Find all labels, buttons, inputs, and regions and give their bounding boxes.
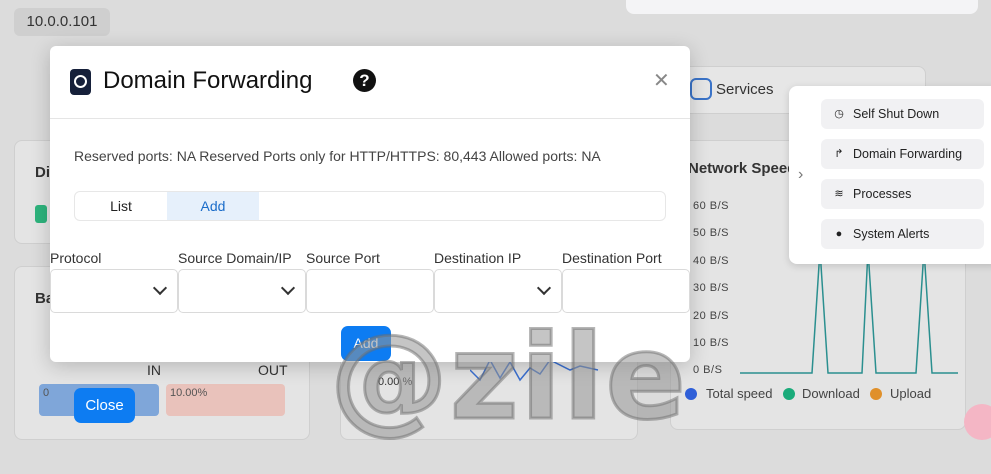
tab-list[interactable]: List — [75, 192, 167, 220]
menu-item-self-shut-down[interactable]: ◷ Self Shut Down — [821, 99, 984, 129]
y-tick: 40 B/S — [693, 255, 730, 267]
modal-title: Domain Forwarding — [103, 67, 313, 94]
source-port-input[interactable] — [306, 269, 434, 313]
source-domain-label: Source Domain/IP — [178, 250, 292, 266]
alert-circle-icon: ● — [835, 228, 843, 240]
destination-ip-select[interactable] — [434, 269, 562, 313]
y-tick: 30 B/S — [693, 282, 730, 294]
y-tick: 10 B/S — [693, 337, 730, 349]
network-speed-title: Network Speed — [688, 160, 797, 177]
legend-upload-dot — [870, 388, 882, 400]
share-arrow-icon: ↱ — [834, 148, 844, 160]
legend-total: Total speed — [706, 386, 773, 401]
modal-divider — [50, 118, 690, 119]
menu-item-label: Self Shut Down — [853, 107, 940, 121]
tab-bar: List Add — [74, 191, 666, 221]
services-icon — [690, 78, 712, 100]
ports-info: Reserved ports: NA Reserved Ports only f… — [74, 148, 601, 164]
disk-card-title: Di — [35, 164, 50, 181]
services-tab[interactable]: Services — [716, 81, 774, 98]
destination-port-input[interactable] — [562, 269, 690, 313]
help-icon[interactable]: ? — [353, 69, 376, 92]
destination-port-label: Destination Port — [562, 250, 662, 266]
close-button[interactable]: Close — [74, 388, 135, 423]
menu-item-label: System Alerts — [853, 227, 930, 241]
source-domain-select[interactable] — [178, 269, 306, 313]
legend-download: Download — [802, 386, 860, 401]
server-ip-chip: 10.0.0.101 — [14, 8, 110, 36]
watermark: @zile — [329, 308, 688, 446]
destination-ip-label: Destination IP — [434, 250, 522, 266]
chevron-right-icon[interactable]: › — [798, 166, 803, 184]
passport-icon — [70, 69, 91, 95]
y-tick: 50 B/S — [693, 227, 730, 239]
protocol-label: Protocol — [50, 250, 102, 266]
chevron-down-icon — [152, 280, 168, 296]
menu-item-system-alerts[interactable]: ● System Alerts — [821, 219, 984, 249]
tab-add[interactable]: Add — [167, 192, 259, 220]
close-icon[interactable]: ✕ — [653, 68, 670, 93]
source-port-label: Source Port — [306, 250, 380, 266]
menu-item-label: Domain Forwarding — [853, 147, 963, 161]
legend-upload: Upload — [890, 386, 932, 401]
out-bar: 10.00% — [166, 384, 285, 416]
y-tick: 60 B/S — [693, 200, 730, 212]
chevron-down-icon — [280, 280, 296, 296]
protocol-select[interactable] — [50, 269, 178, 313]
disk-status-badge — [35, 205, 47, 223]
legend-download-dot — [783, 388, 795, 400]
clock-icon: ◷ — [834, 108, 844, 120]
y-tick: 20 B/S — [693, 310, 730, 322]
y-tick: 0 B/S — [693, 364, 723, 376]
in-label: IN — [147, 362, 161, 378]
layers-icon: ≋ — [834, 188, 844, 200]
menu-item-processes[interactable]: ≋ Processes — [821, 179, 984, 209]
network-speed-line — [740, 250, 958, 374]
menu-item-domain-forwarding[interactable]: ↱ Domain Forwarding — [821, 139, 984, 169]
top-panel — [626, 0, 978, 14]
out-label: OUT — [258, 362, 288, 378]
menu-item-label: Processes — [853, 187, 912, 201]
chevron-down-icon — [536, 280, 552, 296]
